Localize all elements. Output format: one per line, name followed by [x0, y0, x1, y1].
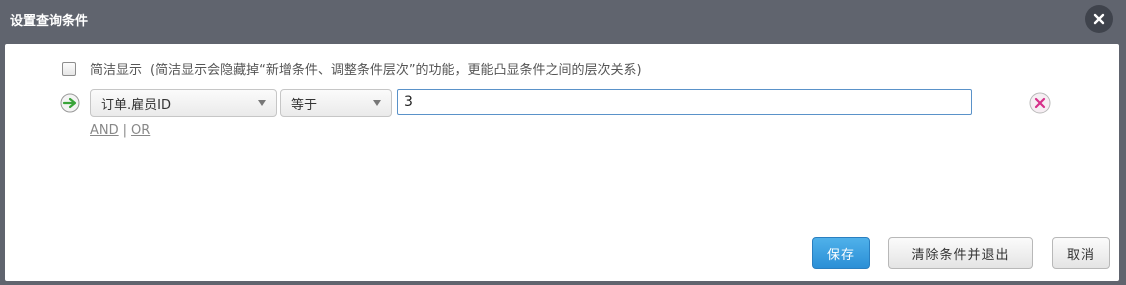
logic-separator: |: [122, 123, 128, 138]
dialog-titlebar: 设置查询条件: [0, 0, 1126, 40]
close-icon: [1093, 13, 1105, 25]
save-button[interactable]: 保存: [812, 237, 870, 269]
simple-display-checkbox[interactable]: [62, 61, 76, 76]
chevron-down-icon: [258, 100, 266, 106]
or-link[interactable]: OR: [131, 123, 150, 138]
and-link[interactable]: AND: [90, 123, 119, 138]
clear-and-exit-button[interactable]: 清除条件并退出: [888, 237, 1033, 269]
dialog-body: 简洁显示 (简洁显示会隐藏掉“新增条件、调整条件层次”的功能，更能凸显条件之间的…: [5, 44, 1119, 281]
field-select[interactable]: 订单.雇员ID: [90, 89, 277, 117]
add-condition-arrow-icon[interactable]: [60, 93, 80, 113]
cancel-button[interactable]: 取消: [1052, 237, 1110, 269]
operator-select[interactable]: 等于: [280, 89, 392, 117]
simple-display-note: (简洁显示会隐藏掉“新增条件、调整条件层次”的功能，更能凸显条件之间的层次关系): [150, 63, 642, 78]
field-select-value: 订单.雇员ID: [101, 97, 171, 113]
close-button[interactable]: [1085, 5, 1113, 33]
operator-select-value: 等于: [291, 97, 318, 113]
dialog-title: 设置查询条件: [10, 14, 89, 29]
simple-display-label[interactable]: 简洁显示: [90, 59, 142, 78]
remove-condition-icon[interactable]: [1029, 92, 1051, 114]
chevron-down-icon: [373, 100, 381, 106]
simple-display-row: 简洁显示 (简洁显示会隐藏掉“新增条件、调整条件层次”的功能，更能凸显条件之间的…: [62, 59, 642, 78]
logic-links: AND | OR: [90, 123, 150, 138]
condition-value-input[interactable]: [397, 89, 972, 115]
